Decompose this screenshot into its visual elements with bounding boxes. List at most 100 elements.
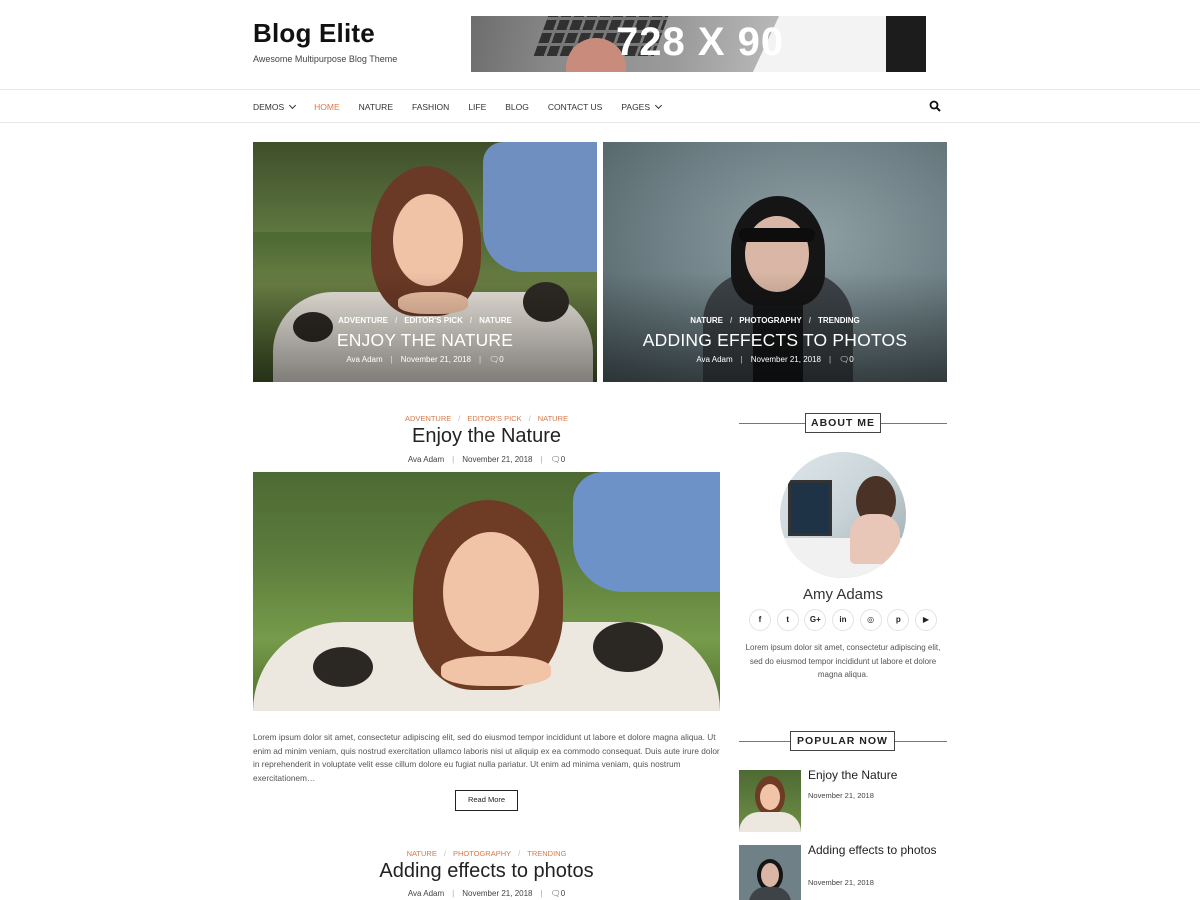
category-link[interactable]: NATURE [690, 316, 723, 325]
post-date[interactable]: November 21, 2018 [401, 355, 471, 364]
face-shape [760, 784, 780, 810]
nav-item-home[interactable]: HOME [314, 102, 340, 112]
category-link[interactable]: EDITOR'S PICK [467, 414, 521, 423]
comment-count[interactable]: 0 [561, 889, 565, 898]
monitor-shape [788, 480, 832, 536]
post-date[interactable]: November 21, 2018 [751, 355, 821, 364]
featured-post-card[interactable]: NATURE / PHOTOGRAPHY / TRENDING ADDING EFFEC… [603, 142, 947, 382]
site-header: Blog Elite Awesome Multipurpose Blog The… [0, 0, 1200, 90]
popular-post-thumbnail[interactable] [739, 845, 801, 900]
popular-post-title[interactable]: Enjoy the Nature [808, 769, 948, 782]
hero-meta: Ava Adam | November 21, 2018 | 🗨︎0 [603, 355, 947, 364]
youtube-icon[interactable]: ▶ [914, 609, 937, 631]
nav-item-demos[interactable]: DEMOS [253, 101, 297, 112]
search-icon[interactable] [929, 100, 941, 112]
hero-categories: ADVENTURE / EDITOR'S PICK / NATURE [253, 316, 597, 325]
read-more-button[interactable]: Read More [455, 790, 518, 811]
category-link[interactable]: ADVENTURE [338, 316, 388, 325]
person-shape [850, 514, 900, 564]
category-link[interactable]: PHOTOGRAPHY [739, 316, 802, 325]
widget-title: POPULAR NOW [790, 731, 895, 751]
nav-item-label: CONTACT US [547, 101, 603, 112]
separator: | [452, 455, 455, 464]
separator: | [540, 455, 543, 464]
twitter-icon[interactable]: t [776, 609, 799, 631]
author-link[interactable]: Ava Adam [696, 355, 732, 364]
popular-post-thumbnail[interactable] [739, 770, 801, 832]
social-links: f t G+ in ◎ p ▶ [749, 609, 937, 631]
page: Blog Elite Awesome Multipurpose Blog The… [0, 0, 1200, 900]
post-excerpt: Lorem ipsum dolor sit amet, consectetur … [253, 732, 720, 784]
nav-item-nature[interactable]: NATURE [359, 102, 393, 112]
category-link[interactable]: TRENDING [818, 316, 860, 325]
hero-title[interactable]: ADDING EFFECTS TO PHOTOS [603, 330, 947, 351]
popular-post-date: November 21, 2018 [808, 791, 874, 800]
hero-categories: NATURE / PHOTOGRAPHY / TRENDING [603, 316, 947, 325]
separator: / [518, 849, 521, 858]
site-title[interactable]: Blog Elite [253, 18, 375, 49]
separator: | [452, 889, 455, 898]
linkedin-icon[interactable]: in [831, 609, 854, 631]
separator: / [394, 316, 398, 325]
post-date[interactable]: November 21, 2018 [462, 889, 532, 898]
category-link[interactable]: PHOTOGRAPHY [453, 849, 511, 858]
category-link[interactable]: NATURE [538, 414, 568, 423]
category-link[interactable]: NATURE [479, 316, 512, 325]
category-link[interactable]: EDITOR'S PICK [404, 316, 463, 325]
nav-item-label: PAGES [621, 101, 651, 112]
comment-icon: 🗨︎ [550, 889, 561, 898]
separator: | [478, 355, 482, 364]
pinterest-icon[interactable]: p [887, 609, 910, 631]
hero-overlay [253, 272, 597, 382]
main-navigation: DEMOS HOME NATURE FASHION LIFE BLOG CONT… [0, 90, 1200, 123]
featured-post-card[interactable]: ADVENTURE / EDITOR'S PICK / NATURE ENJOY THE… [253, 142, 597, 382]
hero-title[interactable]: ENJOY THE NATURE [253, 330, 597, 351]
category-link[interactable]: TRENDING [527, 849, 566, 858]
nav-item-label: LIFE [468, 101, 487, 112]
category-link[interactable]: ADVENTURE [405, 414, 451, 423]
comment-count[interactable]: 0 [499, 355, 503, 364]
separator: / [528, 414, 531, 423]
jacket-shape [749, 887, 791, 900]
comment-count[interactable]: 0 [849, 355, 853, 364]
face-shape [443, 532, 539, 652]
post-featured-image[interactable] [253, 472, 720, 711]
nav-item-life[interactable]: LIFE [468, 102, 486, 112]
instagram-icon[interactable]: ◎ [859, 609, 882, 631]
site-tagline: Awesome Multipurpose Blog Theme [253, 54, 398, 64]
nav-item-label: NATURE [358, 101, 393, 112]
author-link[interactable]: Ava Adam [408, 889, 444, 898]
nav-item-label: BLOG [505, 101, 529, 112]
about-text: Lorem ipsum dolor sit amet, consectetur … [745, 643, 941, 680]
nav-item-contact-us[interactable]: CONTACT US [548, 102, 602, 112]
post-categories: NATURE / PHOTOGRAPHY / TRENDING [253, 849, 720, 858]
nav-item-pages[interactable]: PAGES [621, 101, 663, 112]
widget-title: ABOUT ME [805, 413, 881, 433]
separator: | [540, 889, 543, 898]
ad-banner[interactable]: 728 X 90 [471, 16, 926, 72]
post-title[interactable]: Adding effects to photos [253, 860, 720, 883]
nav-item-label: DEMOS [253, 101, 285, 112]
ad-size-text: 728 X 90 [616, 20, 785, 64]
post-meta: Ava Adam | November 21, 2018 | 🗨︎0 [253, 455, 720, 464]
post-date[interactable]: November 21, 2018 [462, 455, 532, 464]
nav-item-fashion[interactable]: FASHION [412, 102, 449, 112]
author-link[interactable]: Ava Adam [346, 355, 382, 364]
desk-corner [886, 16, 926, 72]
post-title[interactable]: Enjoy the Nature [253, 425, 720, 448]
about-widget-heading: ABOUT ME [739, 413, 947, 433]
author-link[interactable]: Ava Adam [408, 455, 444, 464]
category-link[interactable]: NATURE [407, 849, 437, 858]
hands-shape [441, 656, 551, 686]
popular-post-title[interactable]: Adding effects to photos [808, 844, 948, 857]
separator: / [469, 316, 473, 325]
comment-count[interactable]: 0 [561, 455, 565, 464]
post-categories: ADVENTURE / EDITOR'S PICK / NATURE [253, 414, 720, 423]
separator: | [828, 355, 832, 364]
nav-item-blog[interactable]: BLOG [505, 102, 529, 112]
separator: / [808, 316, 811, 325]
post-meta: Ava Adam | November 21, 2018 | 🗨︎0 [253, 889, 720, 898]
facebook-icon[interactable]: f [749, 609, 771, 631]
google-plus-icon[interactable]: G+ [804, 609, 827, 631]
jeans-shape [573, 472, 720, 592]
